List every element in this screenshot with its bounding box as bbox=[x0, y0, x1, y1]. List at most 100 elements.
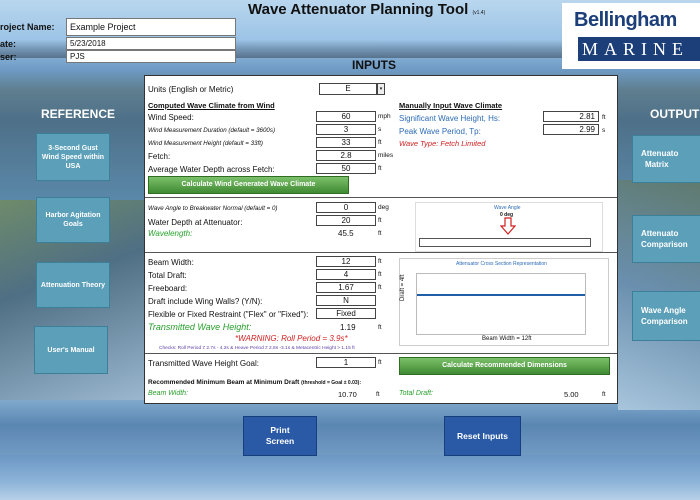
reference-heading: REFERENCE bbox=[41, 107, 116, 121]
tp-label: Peak Wave Period, Tp: bbox=[399, 127, 481, 136]
restraint-field[interactable]: Fixed bbox=[316, 308, 376, 319]
divider-2 bbox=[145, 252, 617, 253]
wind-heading: Computed Wave Climate from Wind bbox=[148, 101, 275, 110]
total-draft-label: Total Draft: bbox=[148, 271, 187, 280]
wave-angle-title: Wave Angle bbox=[494, 205, 521, 211]
wind-height-label: Wind Measurement Height (default = 33ft) bbox=[148, 140, 263, 147]
attenuator-depth-label: Water Depth at Attenuator: bbox=[148, 218, 243, 227]
hs-unit: ft bbox=[602, 114, 606, 121]
avg-depth-unit: ft bbox=[378, 165, 382, 172]
recommend-heading: Recommended Minimum Beam at Minimum Draf… bbox=[148, 379, 361, 386]
transmitted-height-value: 1.19 bbox=[340, 323, 356, 332]
tp-field[interactable]: 2.99 bbox=[543, 124, 599, 135]
logo-wordmark: Bellingham bbox=[574, 9, 677, 31]
fetch-unit: miles bbox=[378, 152, 394, 159]
reset-inputs-button[interactable]: Reset Inputs bbox=[444, 416, 521, 456]
project-name-field[interactable]: Example Project bbox=[66, 18, 236, 36]
wavelength-label: Wavelength: bbox=[148, 229, 193, 238]
beam-width-unit: ft bbox=[378, 258, 382, 265]
waterline bbox=[417, 294, 585, 296]
wind-height-field[interactable]: 33 bbox=[316, 137, 376, 148]
date-field[interactable]: 5/23/2018 bbox=[66, 37, 236, 50]
gust-wind-speed-button[interactable]: 3-Second Gust Wind Speed within USA bbox=[36, 133, 110, 181]
angle-normal-field[interactable]: 0 bbox=[316, 202, 376, 213]
wave-direction-arrow-icon bbox=[500, 217, 516, 235]
beam-axis-label: Beam Width = 12ft bbox=[482, 336, 532, 342]
rec-draft-unit: ft bbox=[602, 391, 606, 398]
divider-3 bbox=[145, 353, 617, 354]
goal-label: Transmitted Wave Height Goal: bbox=[148, 359, 260, 368]
logo-banner: MARINE bbox=[578, 37, 700, 61]
cross-section-chart: Attenuator Cross Section Representation … bbox=[399, 258, 609, 346]
wave-angle-comparison-button[interactable]: Wave Angle Comparison bbox=[632, 291, 700, 341]
breakwater-rect bbox=[419, 238, 591, 247]
hs-field[interactable]: 2.81 bbox=[543, 111, 599, 122]
bottom-skyline bbox=[0, 455, 700, 500]
hs-label: Significant Wave Height, Hs: bbox=[399, 114, 501, 123]
beam-width-field[interactable]: 12 bbox=[316, 256, 376, 267]
fetch-field[interactable]: 2.8 bbox=[316, 150, 376, 161]
freeboard-unit: ft bbox=[378, 284, 382, 291]
wing-walls-field[interactable]: N bbox=[316, 295, 376, 306]
inputs-panel: Units (English or Metric) E ▾ Computed W… bbox=[144, 75, 618, 404]
wind-speed-field[interactable]: 60 bbox=[316, 111, 376, 122]
manual-heading: Manually Input Wave Climate bbox=[399, 101, 503, 110]
checks-text: Checks: Roll Period ≠ 2.7s - 4.2s & Heav… bbox=[159, 346, 355, 351]
rec-beam-label: Beam Width: bbox=[148, 390, 189, 397]
rec-beam-unit: ft bbox=[376, 391, 380, 398]
wave-type-text: Wave Type: Fetch Limited bbox=[399, 139, 486, 148]
units-select[interactable]: E bbox=[319, 83, 377, 95]
fetch-label: Fetch: bbox=[148, 152, 171, 161]
user-field[interactable]: PJS bbox=[66, 50, 236, 63]
project-name-label: roject Name: bbox=[0, 22, 55, 32]
units-label: Units (English or Metric) bbox=[148, 85, 234, 94]
attenuation-theory-button[interactable]: Attenuation Theory bbox=[36, 262, 110, 308]
angle-normal-unit: deg bbox=[378, 204, 389, 211]
goal-field[interactable]: 1 bbox=[316, 357, 376, 368]
wind-speed-label: Wind Speed: bbox=[148, 113, 194, 122]
draft-axis-label: Draft = 4ft bbox=[400, 274, 406, 301]
roll-period-warning: *WARNING: Roll Period = 3.9s* bbox=[235, 334, 348, 343]
wind-duration-field[interactable]: 3 bbox=[316, 124, 376, 135]
beam-width-label: Beam Width: bbox=[148, 258, 194, 267]
date-label: ate: bbox=[0, 39, 17, 49]
goal-unit: ft bbox=[378, 359, 382, 366]
calc-wind-wave-button[interactable]: Calculate Wind Generated Wave Climate bbox=[148, 176, 349, 194]
angle-normal-label: Wave Angle to Breakwater Normal (default… bbox=[148, 205, 278, 212]
avg-depth-field[interactable]: 50 bbox=[316, 163, 376, 174]
wind-height-unit: ft bbox=[378, 139, 382, 146]
print-screen-button[interactable]: Print Screen bbox=[243, 416, 317, 456]
wing-walls-label: Draft include Wing Walls? (Y/N): bbox=[148, 297, 263, 306]
divider-1 bbox=[145, 197, 617, 198]
wave-angle-diagram: Wave Angle 0 deg bbox=[415, 202, 603, 252]
cross-section-plot bbox=[416, 273, 586, 335]
attenuator-matrix-button[interactable]: Attenuato Matrix bbox=[632, 135, 700, 183]
harbor-agitation-button[interactable]: Harbor Agitation Goals bbox=[36, 197, 110, 243]
app-title: Wave Attenuator Planning Tool (v1.4) bbox=[248, 1, 486, 18]
transmitted-height-label: Transmitted Wave Height: bbox=[148, 322, 252, 332]
calc-recommended-button[interactable]: Calculate Recommended Dimensions bbox=[399, 357, 610, 375]
rec-beam-value: 10.70 bbox=[338, 390, 357, 399]
rec-draft-value: 5.00 bbox=[564, 390, 579, 399]
wavelength-value: 45.5 bbox=[338, 229, 354, 238]
wind-speed-unit: mph bbox=[378, 113, 391, 120]
tp-unit: s bbox=[602, 127, 606, 134]
units-dropdown-arrow[interactable]: ▾ bbox=[377, 83, 385, 95]
users-manual-button[interactable]: User's Manual bbox=[34, 326, 108, 374]
cross-section-title: Attenuator Cross Section Representation bbox=[456, 261, 547, 267]
total-draft-field[interactable]: 4 bbox=[316, 269, 376, 280]
freeboard-label: Freeboard: bbox=[148, 284, 188, 293]
rec-draft-label: Total Draft: bbox=[399, 390, 433, 397]
wind-duration-label: Wind Measurement Duration (default = 360… bbox=[148, 127, 276, 134]
attenuator-comparison-button[interactable]: Attenuato Comparison bbox=[632, 215, 700, 263]
total-draft-unit: ft bbox=[378, 271, 382, 278]
user-label: ser: bbox=[0, 52, 17, 62]
restraint-label: Flexible or Fixed Restraint ("Flex" or "… bbox=[148, 310, 309, 319]
attenuator-depth-field[interactable]: 20 bbox=[316, 215, 376, 226]
inputs-heading: INPUTS bbox=[352, 58, 397, 72]
transmitted-height-unit: ft bbox=[378, 324, 382, 331]
freeboard-field[interactable]: 1.67 bbox=[316, 282, 376, 293]
wind-duration-unit: s bbox=[378, 126, 382, 133]
avg-depth-label: Average Water Depth across Fetch: bbox=[148, 165, 275, 174]
company-logo: Bellingham MARINE bbox=[562, 3, 700, 69]
